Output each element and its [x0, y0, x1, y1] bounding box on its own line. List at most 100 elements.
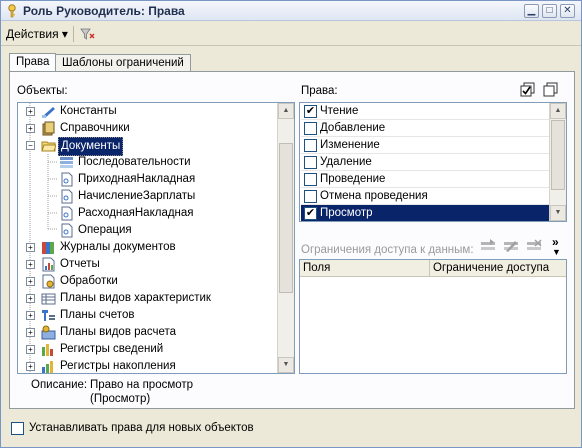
actions-label: Действия — [6, 27, 59, 41]
expand-icon[interactable]: + — [26, 243, 35, 252]
rights-label: Права: — [301, 85, 338, 97]
right-item-view[interactable]: ✔ Просмотр — [301, 205, 550, 221]
column-header-fields[interactable]: Поля — [300, 260, 430, 277]
expand-icon[interactable]: + — [26, 362, 35, 371]
toolbar: Действия ▾ — [1, 22, 581, 46]
expand-icon[interactable]: + — [26, 277, 35, 286]
scroll-up-button[interactable]: ▲ — [278, 103, 294, 119]
actions-menu-button[interactable]: Действия ▾ — [6, 27, 68, 41]
chart-of-characteristic-types-icon — [41, 293, 56, 305]
tab-rights[interactable]: Права — [9, 53, 57, 73]
expand-icon[interactable]: + — [26, 328, 35, 337]
chevron-down-icon: ▾ — [61, 27, 68, 41]
column-header-restriction[interactable]: Ограничение доступа — [430, 260, 566, 277]
restrictions-table[interactable]: Поля Ограничение доступа — [299, 259, 567, 374]
set-rights-new-objects-checkbox[interactable] — [11, 422, 24, 435]
tree-item-documents[interactable]: − Документы — [18, 137, 278, 156]
objects-tree-scrollbar[interactable]: ▲ ▼ — [277, 103, 294, 373]
minimize-button[interactable]: ▁ — [524, 4, 539, 18]
restrictions-table-header: Поля Ограничение доступа — [300, 260, 566, 277]
key-icon — [8, 4, 16, 18]
scroll-thumb[interactable] — [279, 143, 293, 293]
close-button[interactable]: ✕ — [560, 4, 575, 18]
chevron-down-icon[interactable]: ▼ — [552, 247, 561, 257]
right-item-delete[interactable]: Удаление — [301, 154, 550, 171]
right-checkbox-read[interactable]: ✔ — [304, 105, 317, 118]
objects-label: Объекты: — [17, 85, 68, 97]
toolbar-separator — [73, 26, 74, 42]
journals-icon — [42, 242, 54, 254]
right-checkbox-delete[interactable] — [304, 156, 317, 169]
tree-item-constants[interactable]: + Константы — [18, 103, 278, 120]
right-checkbox-update[interactable] — [304, 139, 317, 152]
tree-item-charts-of-accounts[interactable]: + Планы счетов — [18, 307, 278, 324]
right-checkbox-view[interactable]: ✔ — [304, 207, 317, 220]
scroll-down-button[interactable]: ▼ — [550, 205, 566, 221]
constants-icon — [42, 107, 55, 118]
close-icon: ✕ — [563, 5, 572, 16]
tree-item-catalogs[interactable]: + Справочники — [18, 120, 278, 137]
maximize-button[interactable]: □ — [542, 4, 557, 18]
minimize-icon: ▁ — [527, 5, 536, 16]
description-text-line1: Право на просмотр — [90, 379, 194, 391]
edit-restriction-icon[interactable] — [503, 239, 519, 253]
right-item-posting[interactable]: Проведение — [301, 171, 550, 188]
tree-item-document-4[interactable]: Операция — [18, 222, 278, 239]
sequences-icon — [60, 157, 73, 168]
tree-item-charts-of-calculation-types[interactable]: + Планы видов расчета — [18, 324, 278, 341]
scroll-thumb[interactable] — [551, 120, 565, 190]
document-icon — [61, 172, 73, 187]
document-icon — [61, 223, 73, 238]
check-all-icon[interactable] — [520, 82, 536, 98]
tree-item-reports[interactable]: + Отчеты — [18, 256, 278, 273]
window-title: Роль Руководитель: Права — [23, 4, 185, 18]
maximize-icon: □ — [546, 5, 553, 16]
tree-item-sequences[interactable]: Последовательности — [18, 154, 278, 171]
right-checkbox-undo-posting[interactable] — [304, 190, 317, 203]
tree-item-document-3[interactable]: РасходнаяНакладная — [18, 205, 278, 222]
collapse-icon[interactable]: − — [26, 141, 35, 150]
right-item-read[interactable]: ✔ Чтение — [301, 103, 550, 120]
scroll-down-button[interactable]: ▼ — [278, 357, 294, 373]
right-checkbox-add[interactable] — [304, 122, 317, 135]
rights-list[interactable]: ✔ Чтение Добавление Изменение Удаление П… — [299, 102, 567, 222]
scroll-up-button[interactable]: ▲ — [550, 103, 566, 119]
delete-restriction-icon[interactable] — [526, 239, 542, 253]
set-rights-new-objects-label[interactable]: Устанавливать права для новых объектов — [29, 422, 254, 434]
tree-item-information-registers[interactable]: + Регистры сведений — [18, 341, 278, 358]
add-restriction-icon[interactable] — [480, 239, 496, 253]
tree-item-document-2[interactable]: НачислениеЗарплаты — [18, 188, 278, 205]
tree-item-data-processors[interactable]: + Обработки — [18, 273, 278, 290]
expand-icon[interactable]: + — [26, 311, 35, 320]
right-item-update[interactable]: Изменение — [301, 137, 550, 154]
document-icon — [61, 189, 73, 204]
description-label: Описание: — [31, 379, 88, 391]
tree-item-document-journals[interactable]: + Журналы документов — [18, 239, 278, 256]
tree-item-accumulation-registers[interactable]: + Регистры накопления — [18, 358, 278, 373]
rights-list-scrollbar[interactable]: ▲ ▼ — [549, 103, 566, 221]
right-checkbox-posting[interactable] — [304, 173, 317, 186]
documents-folder-icon — [41, 141, 56, 152]
right-item-add[interactable]: Добавление — [301, 120, 550, 137]
expand-icon[interactable]: + — [26, 345, 35, 354]
arrow-up-icon: ▲ — [282, 107, 290, 114]
information-registers-icon — [42, 344, 53, 356]
catalogs-icon — [42, 121, 55, 136]
tab-restriction-templates[interactable]: Шаблоны ограничений — [55, 54, 191, 72]
uncheck-all-icon[interactable] — [543, 82, 559, 98]
right-item-undo-posting[interactable]: Отмена проведения — [301, 188, 550, 205]
objects-tree[interactable]: + Константы + Справочники − Документы По… — [17, 102, 295, 374]
reports-icon — [42, 257, 55, 272]
role-rights-window: Роль Руководитель: Права ▁ □ ✕ Действия … — [0, 0, 582, 448]
description-text-line2: (Просмотр) — [90, 393, 151, 405]
filter-icon[interactable] — [79, 26, 95, 42]
title-bar[interactable]: Роль Руководитель: Права ▁ □ ✕ — [1, 1, 581, 21]
chart-of-accounts-icon — [42, 310, 55, 321]
arrow-down-icon: ▼ — [282, 361, 290, 368]
tree-item-charts-of-characteristic-types[interactable]: + Планы видов характеристик — [18, 290, 278, 307]
expand-icon[interactable]: + — [26, 107, 35, 116]
expand-icon[interactable]: + — [26, 294, 35, 303]
expand-icon[interactable]: + — [26, 260, 35, 269]
expand-icon[interactable]: + — [26, 124, 35, 133]
tree-item-document-1[interactable]: ПриходнаяНакладная — [18, 171, 278, 188]
